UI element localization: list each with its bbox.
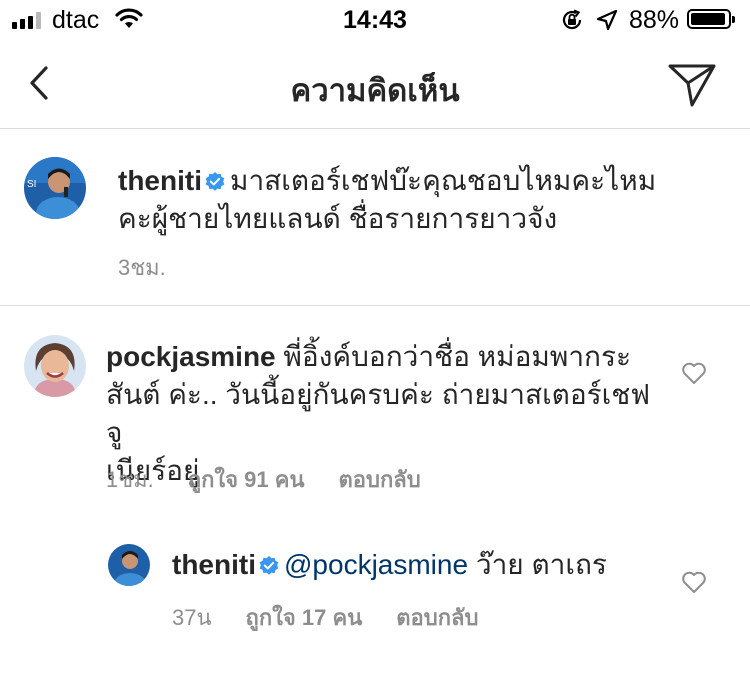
comment-line-2: สันต์ ค่ะ.. วันนี้อยู่กันครบค่ะ ถ่ายมาสเ… [106, 379, 651, 448]
page-title: ความคิดเห็น [290, 73, 460, 108]
username[interactable]: pockjasmine [106, 341, 276, 372]
verified-badge-icon [259, 556, 279, 575]
navigation-bar: ความคิดเห็น [0, 40, 750, 129]
username[interactable]: theniti [172, 549, 256, 580]
reply-meta: 37น ถูกใจ 17 คน ตอบกลับ [172, 600, 512, 635]
timestamp: 3ชม. [118, 255, 166, 280]
svg-text:SI: SI [27, 179, 36, 190]
comments-screen: dtac 14:43 88% ความคิดเห็น SI theniti มา… [0, 0, 750, 678]
orientation-lock-icon [562, 9, 582, 30]
reply-text: theniti @pockjasmine ว๊าย ตาเถร [172, 546, 692, 584]
caption-text: theniti มาสเตอร์เชฟบ๊ะคุณชอบไหมคะไหม คะผ… [118, 162, 718, 238]
caption-meta: 3ชม. [118, 250, 200, 285]
reply-button[interactable]: ตอบกลับ [396, 600, 478, 635]
comment-meta: 1ชม. ถูกใจ 91 คน ตอบกลับ [106, 462, 455, 497]
reply-body: ว๊าย ตาเถร [475, 549, 607, 580]
username[interactable]: theniti [118, 165, 202, 196]
timestamp: 1ชม. [106, 467, 154, 492]
location-icon [596, 9, 618, 31]
battery-percent: 88% [629, 6, 680, 34]
heart-icon[interactable] [680, 359, 708, 387]
direct-send-icon[interactable] [666, 58, 718, 110]
heart-icon[interactable] [680, 568, 708, 596]
timestamp: 37น [172, 605, 212, 630]
mention-link[interactable]: @pockjasmine [284, 549, 468, 580]
comment-line-1: พี่อิ้งค์บอกว่าชื่อ หม่อมพากระ [283, 341, 632, 372]
battery-icon [687, 9, 735, 29]
reply-button[interactable]: ตอบกลับ [339, 462, 421, 497]
avatar[interactable]: SI [24, 157, 86, 219]
caption-comment: SI theniti มาสเตอร์เชฟบ๊ะคุณชอบไหมคะไหม … [0, 129, 750, 306]
caption-line-2: คะผู้ชายไทยแลนด์ ชื่อรายการยาวจัง [118, 203, 558, 234]
verified-badge-icon [205, 172, 225, 191]
status-bar: dtac 14:43 88% [0, 0, 750, 40]
avatar[interactable] [108, 544, 150, 586]
like-count[interactable]: ถูกใจ 91 คน [188, 462, 305, 497]
avatar[interactable] [24, 335, 86, 397]
like-count[interactable]: ถูกใจ 17 คน [246, 600, 363, 635]
caption-line-1: มาสเตอร์เชฟบ๊ะคุณชอบไหมคะไหม [230, 165, 657, 196]
